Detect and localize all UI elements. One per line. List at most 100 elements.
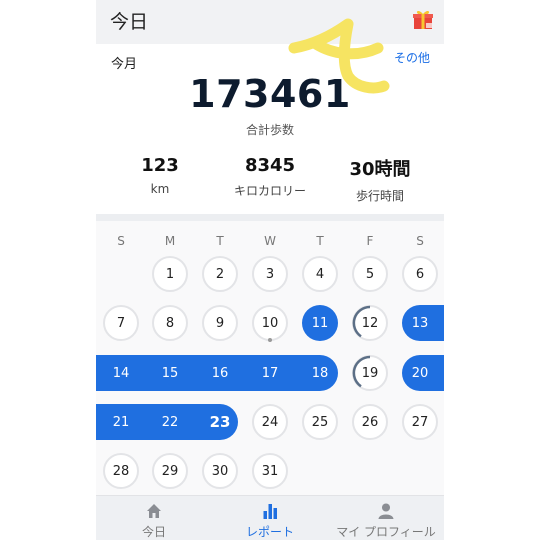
calendar-day-number: 7: [116, 315, 126, 331]
calendar-day[interactable]: 15: [152, 355, 188, 391]
gift-icon[interactable]: [412, 8, 434, 30]
nav-label-today: 今日: [141, 525, 166, 539]
weekday-label: F: [366, 234, 374, 248]
calendar-day-number: 27: [411, 414, 429, 430]
calories-value: 8345: [244, 155, 296, 176]
calendar-day[interactable]: 22: [152, 404, 188, 440]
walking-time-value: 30時間: [349, 159, 411, 180]
calendar-day[interactable]: 13: [402, 305, 438, 341]
calendar-day-number: 29: [161, 463, 179, 479]
calendar-day[interactable]: 6: [402, 256, 438, 292]
other-link[interactable]: その他: [394, 49, 430, 66]
stat-calories: 8345 キロカロリー: [215, 155, 325, 199]
calendar-day-number: 9: [215, 315, 225, 331]
total-steps-label: 合計歩数: [245, 123, 294, 137]
weekday-label: T: [216, 234, 224, 248]
calendar-day[interactable]: 2: [202, 256, 238, 292]
calendar-day[interactable]: 19: [352, 355, 388, 391]
weekday-label: T: [316, 234, 324, 248]
calendar-day[interactable]: 7: [103, 305, 139, 341]
calendar-day[interactable]: 27: [402, 404, 438, 440]
calendar-day-number: 1: [165, 266, 175, 282]
calendar-day-number: 17: [261, 365, 279, 381]
stat-distance: 123 km: [105, 155, 215, 196]
calendar-day[interactable]: 4: [302, 256, 338, 292]
page-title: 今日: [110, 11, 149, 33]
calendar-day-number: 13: [411, 315, 429, 331]
calendar-day[interactable]: 9: [202, 305, 238, 341]
calendar-day-number: 30: [211, 463, 229, 479]
app-header: 今日: [96, 0, 444, 44]
calendar-day-number: 22: [161, 414, 179, 430]
calendar-day[interactable]: 23: [202, 404, 238, 440]
nav-item-profile[interactable]: マイ プロフィール: [328, 496, 444, 540]
total-steps-value: 173461: [189, 72, 351, 116]
calendar-day[interactable]: 14: [103, 355, 139, 391]
section-divider: [96, 214, 444, 221]
calendar-day[interactable]: 8: [152, 305, 188, 341]
calendar-day[interactable]: 1: [152, 256, 188, 292]
walking-time-label: 歩行時間: [355, 189, 404, 203]
nav-item-today[interactable]: 今日: [96, 496, 212, 540]
distance-unit: km: [150, 182, 170, 196]
progress-arc: [352, 355, 371, 388]
weekday-label: S: [117, 234, 125, 248]
calendar-day-number: 20: [411, 365, 429, 381]
calendar-day[interactable]: 16: [202, 355, 238, 391]
calendar-day-number: 8: [165, 315, 175, 331]
calendar-day-number: 10: [261, 315, 279, 331]
calendar-day[interactable]: 20: [402, 355, 438, 391]
weekday-label: W: [264, 234, 276, 248]
app-screen: 今日 今月 その他 173461 合計歩数 123 km 8345 キロカロリー…: [96, 0, 444, 540]
calendar-day-number: 14: [112, 365, 130, 381]
calendar-day[interactable]: 10: [252, 305, 288, 341]
calendar-day-number: 25: [311, 414, 329, 430]
calendar-day-number: 5: [365, 266, 375, 282]
stat-walking-time: 30時間 歩行時間: [325, 155, 435, 204]
calendar-day[interactable]: 24: [252, 404, 288, 440]
weekday-label: S: [416, 234, 424, 248]
calendar-day-number: 28: [112, 463, 130, 479]
stats-row: 123 km 8345 キロカロリー 30時間 歩行時間: [96, 155, 444, 205]
bar-chart-icon: [263, 504, 277, 519]
home-icon: [147, 504, 161, 518]
calendar-day[interactable]: 25: [302, 404, 338, 440]
nav-label-report: レポート: [245, 525, 294, 539]
calendar-day[interactable]: 11: [302, 305, 338, 341]
progress-arc: [352, 305, 371, 338]
calendar-day-number: 15: [161, 365, 179, 381]
calendar-day[interactable]: 31: [252, 453, 288, 489]
calendar-day[interactable]: 30: [202, 453, 238, 489]
period-label: 今月: [111, 57, 138, 72]
calendar-day[interactable]: 5: [352, 256, 388, 292]
calendar-day-number: 26: [361, 414, 379, 430]
distance-value: 123: [141, 155, 179, 176]
calendar-day-number: 24: [261, 414, 279, 430]
calories-unit: キロカロリー: [233, 184, 306, 198]
calendar-day[interactable]: 12: [352, 305, 388, 341]
activity-dot: [268, 338, 272, 342]
calendar-day-number: 18: [311, 365, 329, 381]
calendar-day-number: 16: [211, 365, 229, 381]
calendar-day-number: 31: [261, 463, 279, 479]
calendar-day-number: 6: [415, 266, 425, 282]
calendar-day[interactable]: 3: [252, 256, 288, 292]
calendar-day[interactable]: 26: [352, 404, 388, 440]
calendar-day[interactable]: 28: [103, 453, 139, 489]
calendar-day-number: 11: [311, 315, 329, 331]
calendar-day-number: 21: [112, 414, 130, 430]
calendar-day-number: 23: [209, 413, 231, 431]
bottom-nav: 今日 レポート マイ プロフィール: [96, 495, 444, 540]
calendar-day[interactable]: 18: [302, 355, 338, 391]
weekday-label: M: [164, 234, 176, 248]
calendar-day[interactable]: 29: [152, 453, 188, 489]
nav-item-report[interactable]: レポート: [212, 496, 328, 540]
calendar-day-number: 2: [215, 266, 225, 282]
calendar-day-number: 3: [265, 266, 275, 282]
calendar-day[interactable]: 21: [103, 404, 139, 440]
calendar-day-number: 4: [315, 266, 325, 282]
person-icon: [378, 503, 394, 519]
month-calendar: S M T W T F S 1 2 3 4 5 6 7 8 9 10 11 12 13 14 15 16 17 18 19 20 21…: [96, 221, 444, 495]
nav-label-profile: マイ プロフィール: [336, 525, 436, 539]
calendar-day[interactable]: 17: [252, 355, 288, 391]
